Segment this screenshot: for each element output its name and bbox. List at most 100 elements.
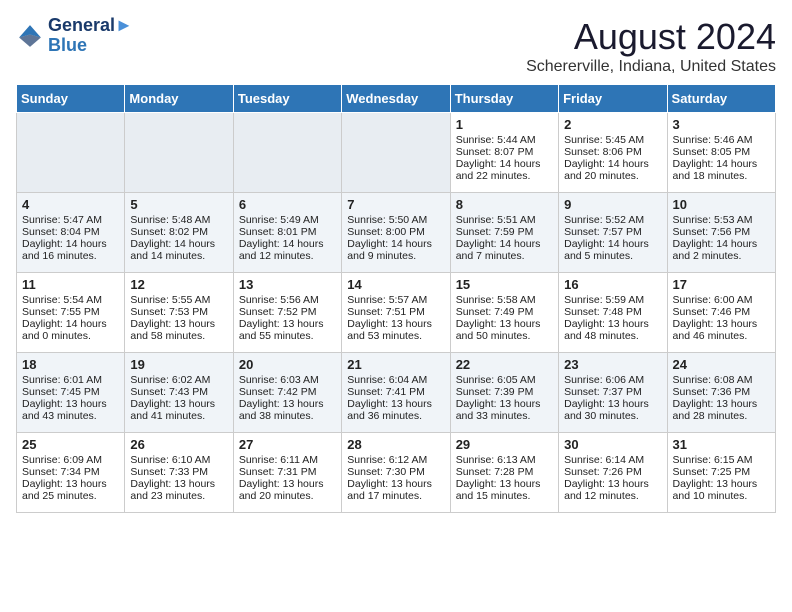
calendar-cell: 3Sunrise: 5:46 AMSunset: 8:05 PMDaylight…	[667, 113, 775, 193]
cell-content-line: Sunset: 8:04 PM	[22, 226, 119, 238]
cell-content-line: Daylight: 13 hours	[347, 478, 444, 490]
calendar-cell: 1Sunrise: 5:44 AMSunset: 8:07 PMDaylight…	[450, 113, 558, 193]
calendar-table: SundayMondayTuesdayWednesdayThursdayFrid…	[16, 84, 776, 513]
cell-content-line: Sunrise: 5:48 AM	[130, 214, 227, 226]
calendar-cell: 18Sunrise: 6:01 AMSunset: 7:45 PMDayligh…	[17, 353, 125, 433]
calendar-cell: 26Sunrise: 6:10 AMSunset: 7:33 PMDayligh…	[125, 433, 233, 513]
cell-content-line: Daylight: 13 hours	[673, 398, 770, 410]
cell-content-line: Daylight: 13 hours	[130, 398, 227, 410]
calendar-cell: 30Sunrise: 6:14 AMSunset: 7:26 PMDayligh…	[559, 433, 667, 513]
day-number: 3	[673, 117, 770, 132]
cell-content-line: Daylight: 13 hours	[456, 398, 553, 410]
day-number: 4	[22, 197, 119, 212]
calendar-week-row: 4Sunrise: 5:47 AMSunset: 8:04 PMDaylight…	[17, 193, 776, 273]
cell-content-line: and 55 minutes.	[239, 330, 336, 342]
calendar-subtitle: Schererville, Indiana, United States	[526, 58, 776, 76]
cell-content-line: and 22 minutes.	[456, 170, 553, 182]
cell-content-line: Sunrise: 6:09 AM	[22, 454, 119, 466]
cell-content-line: Sunset: 7:33 PM	[130, 466, 227, 478]
calendar-cell: 7Sunrise: 5:50 AMSunset: 8:00 PMDaylight…	[342, 193, 450, 273]
day-number: 17	[673, 277, 770, 292]
cell-content-line: Daylight: 13 hours	[456, 318, 553, 330]
calendar-cell: 22 Sunrise: 6:05 AMSunset: 7:39 PMDayligh…	[450, 353, 558, 433]
day-number: 25	[22, 437, 119, 452]
cell-content-line: Sunset: 7:59 PM	[456, 226, 553, 238]
cell-content-line: Sunrise: 6:06 AM	[564, 374, 661, 386]
cell-content-line: Daylight: 14 hours	[22, 318, 119, 330]
day-number: 6	[239, 197, 336, 212]
cell-content-line: and 53 minutes.	[347, 330, 444, 342]
cell-content-line: Daylight: 13 hours	[564, 318, 661, 330]
cell-content-line: Daylight: 13 hours	[239, 398, 336, 410]
cell-content-line: Sunset: 8:01 PM	[239, 226, 336, 238]
cell-content-line: Sunrise: 5:50 AM	[347, 214, 444, 226]
calendar-cell: 10Sunrise: 5:53 AMSunset: 7:56 PMDayligh…	[667, 193, 775, 273]
cell-content-line: Sunset: 7:46 PM	[673, 306, 770, 318]
day-number: 22	[456, 357, 553, 372]
cell-content-line: Sunrise: 6:08 AM	[673, 374, 770, 386]
cell-content-line: Sunrise: 6:11 AM	[239, 454, 336, 466]
cell-content-line: Sunset: 7:25 PM	[673, 466, 770, 478]
cell-content-line: and 7 minutes.	[456, 250, 553, 262]
day-number: 29	[456, 437, 553, 452]
cell-content-line: Sunrise: 6:05 AM	[456, 374, 553, 386]
day-number: 15	[456, 277, 553, 292]
header-monday: Monday	[125, 85, 233, 113]
day-number: 11	[22, 277, 119, 292]
day-number: 30	[564, 437, 661, 452]
cell-content-line: Sunrise: 5:52 AM	[564, 214, 661, 226]
cell-content-line: Sunrise: 5:53 AM	[673, 214, 770, 226]
cell-content-line: and 30 minutes.	[564, 410, 661, 422]
cell-content-line: and 48 minutes.	[564, 330, 661, 342]
calendar-cell: 25Sunrise: 6:09 AMSunset: 7:34 PMDayligh…	[17, 433, 125, 513]
cell-content-line: and 46 minutes.	[673, 330, 770, 342]
header-sunday: Sunday	[17, 85, 125, 113]
cell-content-line: Sunset: 7:31 PM	[239, 466, 336, 478]
cell-content-line: Sunrise: 5:59 AM	[564, 294, 661, 306]
cell-content-line: and 33 minutes.	[456, 410, 553, 422]
cell-content-line: Sunset: 7:56 PM	[673, 226, 770, 238]
cell-content-line: Daylight: 13 hours	[130, 478, 227, 490]
cell-content-line: Daylight: 14 hours	[456, 158, 553, 170]
calendar-week-row: 1Sunrise: 5:44 AMSunset: 8:07 PMDaylight…	[17, 113, 776, 193]
calendar-cell: 5Sunrise: 5:48 AMSunset: 8:02 PMDaylight…	[125, 193, 233, 273]
cell-content-line: Sunset: 8:05 PM	[673, 146, 770, 158]
cell-content-line: Sunset: 7:45 PM	[22, 386, 119, 398]
cell-content-line: and 9 minutes.	[347, 250, 444, 262]
cell-content-line: Daylight: 13 hours	[673, 478, 770, 490]
cell-content-line: Sunset: 7:51 PM	[347, 306, 444, 318]
cell-content-line: and 5 minutes.	[564, 250, 661, 262]
cell-content-line: Sunset: 8:07 PM	[456, 146, 553, 158]
day-number: 24	[673, 357, 770, 372]
day-number: 28	[347, 437, 444, 452]
logo-text: General► Blue	[48, 16, 133, 56]
cell-content-line: Sunrise: 5:46 AM	[673, 134, 770, 146]
cell-content-line: Sunset: 7:28 PM	[456, 466, 553, 478]
cell-content-line: Sunrise: 5:51 AM	[456, 214, 553, 226]
day-number: 16	[564, 277, 661, 292]
cell-content-line: and 12 minutes.	[239, 250, 336, 262]
cell-content-line: Sunset: 7:26 PM	[564, 466, 661, 478]
calendar-week-row: 11Sunrise: 5:54 AMSunset: 7:55 PMDayligh…	[17, 273, 776, 353]
cell-content-line: Daylight: 13 hours	[347, 398, 444, 410]
page-header: General► Blue August 2024 Schererville, …	[16, 16, 776, 76]
calendar-cell: 6Sunrise: 5:49 AMSunset: 8:01 PMDaylight…	[233, 193, 341, 273]
calendar-cell: 20Sunrise: 6:03 AMSunset: 7:42 PMDayligh…	[233, 353, 341, 433]
cell-content-line: Sunrise: 6:01 AM	[22, 374, 119, 386]
cell-content-line: Sunset: 7:37 PM	[564, 386, 661, 398]
cell-content-line: Daylight: 13 hours	[130, 318, 227, 330]
cell-content-line: Sunrise: 6:03 AM	[239, 374, 336, 386]
calendar-cell	[125, 113, 233, 193]
cell-content-line: Sunset: 7:39 PM	[456, 386, 553, 398]
cell-content-line: Sunrise: 5:45 AM	[564, 134, 661, 146]
day-number: 12	[130, 277, 227, 292]
day-number: 8	[456, 197, 553, 212]
cell-content-line: and 28 minutes.	[673, 410, 770, 422]
calendar-cell	[233, 113, 341, 193]
cell-content-line: and 58 minutes.	[130, 330, 227, 342]
logo: General► Blue	[16, 16, 133, 56]
cell-content-line: and 15 minutes.	[456, 490, 553, 502]
cell-content-line: Sunrise: 5:57 AM	[347, 294, 444, 306]
cell-content-line: Daylight: 13 hours	[673, 318, 770, 330]
cell-content-line: Sunset: 7:48 PM	[564, 306, 661, 318]
